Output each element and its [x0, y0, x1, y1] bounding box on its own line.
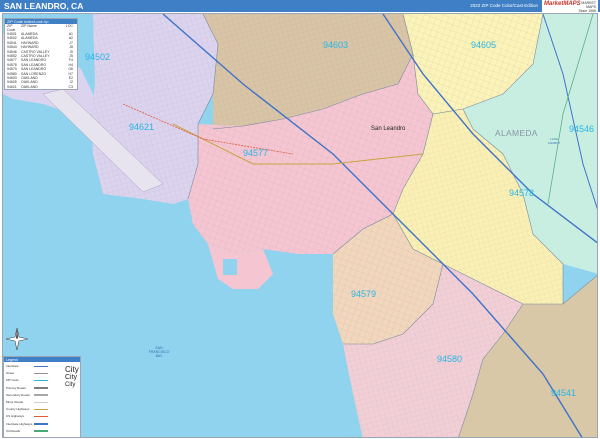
- brand-tagline: MARKET MAPS Since 1965: [578, 1, 596, 13]
- legend-line-swatch: [34, 387, 48, 389]
- legend-city-small: City: [65, 382, 76, 388]
- legend-line-swatch: [34, 365, 48, 367]
- title-bar: SAN LEANDRO, CA 2022 ZIP Code Color/Cast…: [0, 0, 600, 13]
- zip-index-table: ZIP Code Index/Look Up ZIP Code ZIP Name…: [4, 18, 78, 91]
- map-svg: [3, 14, 597, 437]
- legend-row-label: County Highways: [6, 407, 30, 412]
- legend-line-swatch: [34, 394, 48, 396]
- legend-row-label: Secondary Roads: [6, 392, 30, 397]
- legend-row-label: ZIP Code: [6, 378, 19, 383]
- marina-basin: [223, 259, 237, 275]
- legend-row-label: US Highways: [6, 414, 25, 419]
- bay-label: SAN FRANCISCO BAY: [148, 346, 170, 358]
- legend-line-swatch: [34, 408, 48, 411]
- zip-label-94546: 94546: [569, 124, 595, 134]
- legend-row-label: Interstate: [6, 364, 19, 368]
- legend-row-label: Street: [6, 371, 15, 376]
- zip-index-cell: OAKLAND: [21, 84, 38, 89]
- brand-logo: MarketMAPS MARKET MAPS Since 1965: [542, 0, 598, 13]
- legend-line-swatch: [34, 372, 48, 375]
- legend-row-label: Minor Roads: [6, 400, 24, 404]
- zip-label-94577: 94577: [243, 148, 269, 158]
- lake-label: LAKE CHABOT: [547, 137, 561, 145]
- zip-label-94541: 94541: [551, 388, 577, 398]
- map-title: SAN LEANDRO, CA: [4, 1, 84, 11]
- zip-index-columns: ZIP Code ZIP Name LOC: [7, 24, 73, 32]
- legend-line-swatch: [34, 379, 48, 382]
- zip-label-94580: 94580: [437, 354, 463, 364]
- zip-index-row: 94621 OAKLAND C3: [5, 85, 77, 89]
- legend-line-swatch: [34, 415, 48, 418]
- legend-row-label: Toll Roads: [6, 428, 21, 433]
- zip-label-94579: 94579: [351, 289, 377, 299]
- county-label-alameda: ALAMEDA: [495, 128, 538, 138]
- zip-index-cell: C3: [68, 84, 73, 89]
- legend-line-swatch: [34, 401, 48, 403]
- zip-label-94621: 94621: [129, 122, 155, 132]
- legend-row-label: Primary Roads: [6, 385, 26, 390]
- legend-city-large: City: [65, 365, 79, 374]
- legend-heading: Legend: [4, 357, 80, 362]
- zip-index-cell: 94621: [7, 84, 17, 89]
- zip-label-94605: 94605: [471, 40, 497, 50]
- zip-label-94578: 94578: [509, 188, 535, 198]
- map-canvas[interactable]: 94502 94603 94605 94621 94577 94546 9457…: [2, 13, 598, 438]
- legend-line-swatch: [34, 430, 48, 432]
- edition-label: 2022 ZIP Code Color/Cast Edition: [470, 3, 538, 8]
- zip-label-94502: 94502: [85, 52, 111, 62]
- place-label-san-leandro: San Leandro: [371, 126, 406, 132]
- map-legend: Legend Interstate Street ZIP Code Primary R…: [3, 356, 81, 438]
- legend-row-label: Interstate Highways: [6, 421, 33, 426]
- brand-name: MarketMAPS: [544, 1, 581, 7]
- zip-label-94603: 94603: [323, 40, 349, 50]
- legend-city-medium: City: [65, 374, 78, 381]
- zip-index-rows: 94501 ALAMEDA A1 94502 ALAMEDA A2 94541 HAYWARD…: [5, 32, 77, 89]
- compass-rose-icon: [6, 328, 28, 350]
- legend-line-swatch: [34, 423, 48, 425]
